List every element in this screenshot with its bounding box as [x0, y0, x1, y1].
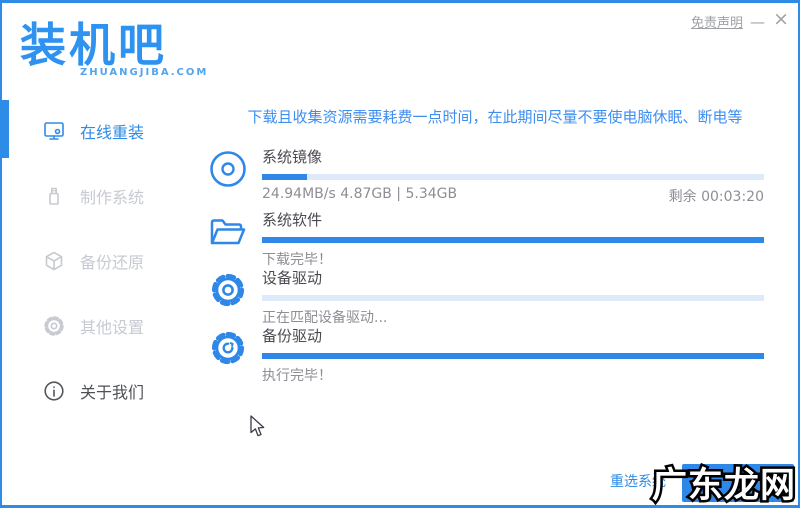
sidebar: 在线重装 制作系统 备份还原 其他设置 关于我们	[2, 98, 192, 423]
disc-icon	[207, 148, 249, 190]
progress-fill	[262, 353, 764, 359]
gear-icon	[42, 314, 66, 338]
task-title: 设备驱动	[262, 269, 323, 287]
task-row-device-drivers: 设备驱动 正在匹配设备驱动...	[207, 267, 764, 327]
reselect-system-button[interactable]: 重选系统	[610, 471, 666, 491]
usb-icon	[42, 184, 66, 208]
sidebar-item-label: 其他设置	[80, 317, 145, 337]
sidebar-item-label: 备份还原	[80, 252, 145, 272]
app-logo-domain: ZHUANGJIBA.COM	[80, 67, 209, 78]
sidebar-item-make-system[interactable]: 制作系统	[2, 163, 192, 228]
progress-bar	[262, 237, 764, 243]
task-status: 24.94MB/s 4.87GB | 5.34GB	[262, 186, 458, 202]
folder-icon	[207, 211, 249, 253]
progress-bar	[262, 174, 764, 180]
close-button[interactable]: ×	[773, 10, 789, 29]
gear-sync-icon	[207, 327, 249, 369]
monitor-icon	[42, 119, 66, 143]
task-title: 备份驱动	[262, 327, 323, 345]
task-status: 执行完毕！	[262, 368, 332, 384]
sidebar-item-online-reinstall[interactable]: 在线重装	[2, 98, 192, 163]
minimize-button[interactable]: —	[750, 15, 765, 30]
app-logo: 装机吧	[20, 18, 167, 72]
sidebar-item-label: 关于我们	[80, 382, 145, 402]
disclaimer-link[interactable]: 免责声明	[691, 12, 743, 31]
progress-fill	[262, 174, 308, 180]
progress-bar	[262, 353, 764, 359]
task-row-system-image: 系统镜像 24.94MB/s 4.87GB | 5.34GB 剩余 00:03:…	[207, 146, 764, 206]
app-window: 装机吧 ZHUANGJIBA.COM 免责声明 — × 在线重装 制作系统 备份…	[0, 0, 800, 508]
sidebar-item-about-us[interactable]: 关于我们	[2, 358, 192, 423]
progress-fill	[262, 237, 764, 243]
sidebar-item-label: 在线重装	[80, 122, 145, 142]
sidebar-item-backup-restore[interactable]: 备份还原	[2, 228, 192, 293]
box-icon	[42, 249, 66, 273]
task-status: 正在匹配设备驱动...	[262, 310, 388, 326]
install-button[interactable]	[682, 464, 794, 502]
task-row-system-software: 系统软件 下载完毕！	[207, 209, 764, 269]
task-row-backup-drivers: 备份驱动 执行完毕！	[207, 325, 764, 385]
info-icon	[42, 379, 66, 403]
sidebar-item-label: 制作系统	[80, 187, 145, 207]
task-title: 系统镜像	[262, 148, 323, 166]
mouse-cursor	[248, 414, 265, 443]
sidebar-item-other-settings[interactable]: 其他设置	[2, 293, 192, 358]
task-title: 系统软件	[262, 211, 323, 229]
progress-bar	[262, 295, 764, 301]
time-remaining: 剩余 00:03:20	[668, 189, 764, 205]
download-notice: 下载且收集资源需要耗费一点时间，在此期间尽量不要使电脑休眠、断电等	[247, 108, 743, 126]
task-status: 下载完毕！	[262, 252, 332, 268]
gear-icon	[207, 269, 249, 311]
